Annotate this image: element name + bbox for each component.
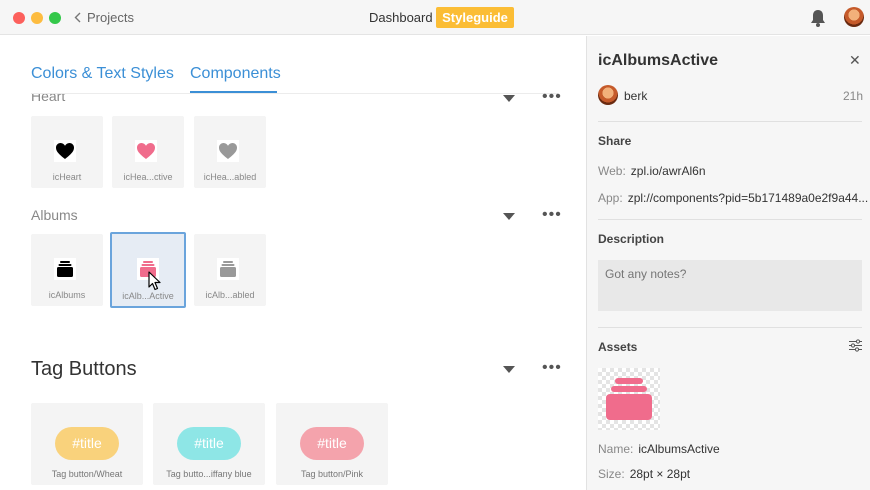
minimize-window-button[interactable] [31,12,43,24]
component-card[interactable]: icAlbums [31,234,103,306]
component-card[interactable]: icHea...abled [194,116,266,188]
title-bar: Projects Dashboard Styleguide [0,0,870,35]
thumbnail [217,140,239,162]
author-name[interactable]: berk [624,89,647,103]
asset-name: icAlbumsActive [638,442,720,456]
back-to-projects-link[interactable]: Projects [74,10,134,25]
thumbnail [54,140,76,162]
description-heading: Description [598,232,665,246]
caret-down-icon[interactable] [503,213,515,220]
notes-input[interactable] [598,260,862,311]
component-label: icAlbums [48,290,86,300]
thumbnail [135,140,157,162]
app-link[interactable]: zpl://components?pid=5b171489a0e2f9a44..… [628,191,869,205]
components-panel: Colors & Text Styles Components Heart ••… [0,36,586,490]
asset-size-row: Size: 28pt × 28pt [598,467,690,481]
component-label: Tag button/Pink [300,469,364,479]
tab-components[interactable]: Components [190,65,281,83]
component-card[interactable]: #title Tag button/Wheat [31,403,143,485]
close-icon[interactable]: ✕ [849,52,861,69]
settings-sliders-icon[interactable] [849,339,862,352]
component-card[interactable]: icHeart [31,116,103,188]
name-key: Name: [598,442,634,456]
component-label: icHea...abled [203,172,257,182]
caret-down-icon[interactable] [503,95,515,102]
web-link-row[interactable]: Web: zpl.io/awrAl6n [598,164,706,178]
web-link[interactable]: zpl.io/awrAl6n [631,164,706,178]
detail-panel: icAlbumsActive ✕ berk 21h Share Web: zpl.… [586,36,870,490]
albums-icon [57,261,73,277]
component-label: Tag button/Wheat [51,469,123,479]
component-label: icAlb...Active [122,291,174,301]
caret-down-icon[interactable] [503,366,515,373]
asset-name-row: Name: icAlbumsActive [598,442,720,456]
component-card[interactable]: icAlb...abled [194,234,266,306]
more-icon[interactable]: ••• [542,207,562,223]
divider [598,121,862,122]
detail-title: icAlbumsActive [598,52,719,69]
bell-icon[interactable] [808,8,828,28]
assets-heading: Assets [598,340,638,354]
heart-icon [219,143,237,159]
nav-dashboard[interactable]: Dashboard [363,8,439,28]
app-link-row[interactable]: App: zpl://components?pid=5b171489a0e2f9a… [598,191,868,205]
section-title-tag-buttons: Tag Buttons [31,358,137,380]
back-label: Projects [87,10,134,25]
tag-pill: #title [300,427,364,460]
cursor-icon [148,271,161,291]
more-icon[interactable]: ••• [542,89,562,105]
divider [598,327,862,328]
asset-size: 28pt × 28pt [629,467,691,481]
tag-pill: #title [55,427,119,460]
thumbnail [217,258,239,280]
user-avatar[interactable] [844,7,864,27]
component-card-selected[interactable]: icAlb...Active [110,232,186,308]
heart-icon [137,143,155,159]
nav-styleguide[interactable]: Styleguide [436,7,514,28]
section-title-heart: Heart [31,94,66,104]
heart-section-header: Heart [0,94,586,108]
component-card[interactable]: #title Tag button/Pink [276,403,388,485]
component-card[interactable]: icHea...ctive [112,116,184,188]
component-label: Tag butto...iffany blue [166,469,252,479]
app-key: App: [598,191,623,205]
tab-colors-text-styles[interactable]: Colors & Text Styles [31,65,174,83]
active-tab-indicator [190,91,277,93]
divider [598,219,862,220]
component-label: icAlb...abled [205,290,255,300]
chevron-left-icon [74,12,81,23]
size-key: Size: [598,467,625,481]
timestamp: 21h [843,89,864,103]
component-label: icHea...ctive [123,172,173,182]
section-title-albums: Albums [31,207,78,223]
albums-icon [606,378,652,420]
web-key: Web: [598,164,626,178]
tag-pill: #title [177,427,241,460]
share-heading: Share [598,134,632,148]
heart-icon [56,143,74,159]
thumbnail [54,258,76,280]
more-icon[interactable]: ••• [542,360,562,376]
close-window-button[interactable] [13,12,25,24]
asset-preview[interactable] [598,368,660,430]
zoom-window-button[interactable] [49,12,61,24]
component-label: icHeart [52,172,82,182]
albums-icon [220,261,236,277]
avatar [598,85,618,105]
component-card[interactable]: #title Tag butto...iffany blue [153,403,265,485]
